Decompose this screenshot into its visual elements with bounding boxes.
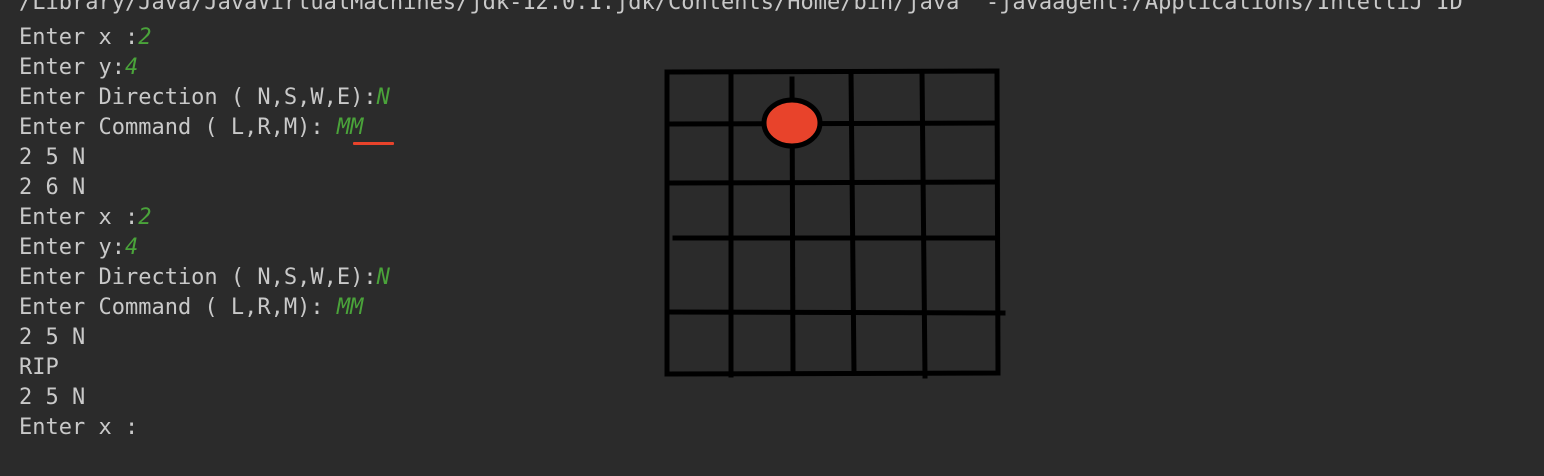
grid-sketch bbox=[664, 68, 1006, 379]
grid-line bbox=[919, 69, 928, 379]
grid-line bbox=[665, 179, 999, 186]
robot-position-marker bbox=[761, 97, 823, 149]
grid-line bbox=[665, 120, 999, 127]
grid-border bbox=[664, 68, 1001, 377]
run-console: /Library/Java/JavaVirtualMachines/jdk-12… bbox=[0, 0, 1544, 476]
grid-line bbox=[665, 309, 1006, 316]
grid-line bbox=[848, 69, 857, 376]
